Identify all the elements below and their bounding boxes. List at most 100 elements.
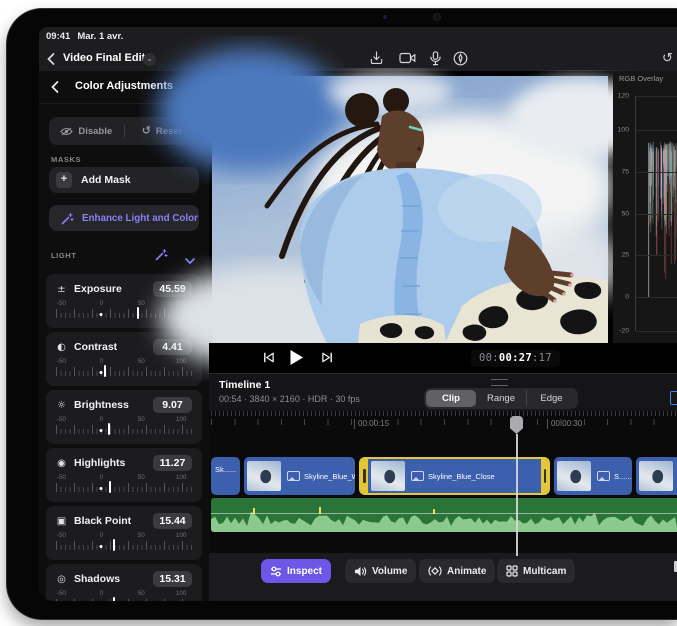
clip-label: Sk...... (215, 465, 236, 474)
timeline-clip[interactable]: Sk...... (211, 457, 240, 495)
previous-frame-button[interactable] (262, 351, 275, 369)
volume-button[interactable]: Volume (345, 559, 416, 583)
timeline-clip[interactable]: Skyline_Blue_Wide (244, 457, 355, 495)
clip-thumbnail (247, 461, 281, 491)
ruler-label: -50 (57, 474, 66, 481)
project-title[interactable]: Video Final Edit (63, 52, 145, 64)
timeline-body[interactable]: 00:00:15 00:00:30 Sk......Skyline_Blue_W… (209, 411, 677, 553)
slider-value[interactable]: 9.07 (153, 397, 192, 413)
slider-black-point[interactable]: ▣Black Point15.44 -50050100 (46, 506, 202, 560)
slider-label: Highlights (74, 457, 146, 469)
ruler-label: 50 (138, 590, 145, 597)
slider-ruler[interactable]: -50050100 (56, 532, 192, 556)
scope-title: RGB Overlay (619, 74, 663, 83)
inspect-button[interactable]: Inspect (261, 559, 331, 583)
slider-ruler[interactable]: -50050100 (56, 590, 192, 601)
exposure-icon: ± (56, 284, 67, 295)
back-chevron-icon[interactable] (47, 52, 55, 70)
microphone-icon[interactable] (429, 51, 445, 66)
reset-icon: ↺ (142, 126, 151, 136)
ruler-label: 50 (138, 474, 145, 481)
undo-icon[interactable]: ↺ (662, 50, 673, 66)
multicam-button[interactable]: Multicam (497, 559, 575, 583)
animate-button[interactable]: Animate (419, 559, 495, 583)
timeline-drag-handle[interactable] (491, 379, 508, 386)
plus-icon: + (56, 172, 72, 188)
scope-tick-label: -20 (619, 328, 629, 335)
ipad-device-frame: 09:41Mar. 1 avr. Video Final Edit ⌄ ↺ ↻ … (6, 8, 677, 620)
ruler-label: -50 (57, 300, 66, 307)
rgb-overlay-scope: RGB Overlay 1201007550250-20 (613, 71, 677, 345)
clip-thumbnail (639, 461, 673, 491)
front-camera-sensor (383, 15, 387, 19)
play-button[interactable] (289, 349, 304, 371)
mode-clip[interactable]: Clip (426, 390, 476, 407)
clip-label: S...... (614, 472, 632, 481)
next-frame-button[interactable] (321, 351, 334, 369)
slider-label: Shadows (74, 573, 146, 585)
timecode-current: 00:27 (499, 352, 532, 364)
slider-shadows[interactable]: ◎Shadows15.31 -50050100 (46, 564, 202, 601)
ipad-screen: 09:41Mar. 1 avr. Video Final Edit ⌄ ↺ ↻ … (39, 27, 677, 601)
ruler-label: 0 (100, 590, 104, 597)
camera-icon[interactable] (399, 51, 415, 66)
light-collapse-chevron-icon[interactable] (185, 251, 195, 269)
ruler-label: 0 (100, 358, 104, 365)
mode-edge[interactable]: Edge (526, 390, 576, 407)
slider-ruler[interactable]: -50050100 (56, 474, 192, 498)
photo-icon (287, 471, 300, 481)
add-mask-button[interactable]: + Add Mask (49, 167, 199, 193)
timecode-display[interactable]: 00:00:27:17 (471, 350, 560, 367)
scope-axis-labels: 1201007550250-20 (613, 96, 632, 331)
slider-value[interactable]: 15.44 (153, 513, 192, 529)
disable-label: Disable (78, 126, 112, 137)
highlights-icon: ◉ (56, 458, 67, 469)
slider-value[interactable]: 15.31 (153, 571, 192, 587)
keyframe-diamond-icon (428, 565, 442, 577)
button-label: Animate (447, 566, 486, 577)
button-label: Multicam (523, 566, 566, 577)
video-still-image (212, 76, 608, 343)
viewer-video-frame[interactable] (212, 76, 608, 343)
slider-ruler[interactable]: -50050100 (56, 416, 192, 440)
timeline-clip[interactable]: S...... (554, 457, 632, 495)
brightness-icon: ☼ (56, 400, 67, 411)
trim-handle[interactable] (363, 469, 366, 483)
ruler-label: 100 (176, 474, 187, 481)
scope-tick-label: 50 (621, 210, 629, 217)
scope-gridline (636, 96, 677, 97)
magic-wand-icon (61, 212, 74, 225)
ruler-label: -50 (57, 532, 66, 539)
black-point-icon: ▣ (56, 516, 67, 527)
slider-brightness[interactable]: ☼ Brightness 9.07 -50050100 (46, 390, 202, 444)
pencil-circle-icon[interactable] (453, 51, 469, 66)
export-icon[interactable] (369, 51, 385, 66)
slider-highlights[interactable]: ◉Highlights11.27 -50050100 (46, 448, 202, 502)
timeline-header: Timeline 1 00:54 · 3840 × 2160 · HDR · 3… (209, 373, 677, 411)
trim-handle[interactable] (544, 469, 547, 483)
status-time: 09:41 (46, 31, 70, 42)
timeline-clip[interactable] (636, 457, 677, 495)
scope-tick-label: 0 (625, 294, 629, 301)
timecode-hours: 00: (479, 352, 499, 364)
mode-range[interactable]: Range (476, 390, 526, 407)
audio-track[interactable] (211, 498, 677, 532)
contrast-icon: ◐ (56, 342, 67, 353)
scope-gridline (636, 255, 677, 256)
title-dropdown-chevron-icon[interactable]: ⌄ (143, 53, 156, 66)
disable-button[interactable]: Disable (49, 126, 124, 137)
timeline-clip[interactable]: Skyline_Blue_Close (359, 457, 550, 495)
audio-gain-line[interactable] (211, 513, 677, 514)
enhance-light-color-button[interactable]: Enhance Light and Color (49, 205, 199, 231)
status-bar: 09:41Mar. 1 avr. (39, 27, 677, 46)
light-section-label: LIGHT (51, 251, 77, 260)
light-auto-wand-icon[interactable] (155, 248, 168, 266)
timecode-frames: :17 (532, 352, 552, 364)
slider-label: Brightness (74, 399, 146, 411)
slider-ruler[interactable]: -50050100 (56, 358, 192, 382)
slider-value[interactable]: 11.27 (153, 455, 192, 471)
ruler-label: 50 (138, 358, 145, 365)
timeline-name[interactable]: Timeline 1 (219, 379, 270, 391)
ruler-label: 50 (138, 532, 145, 539)
playhead-line[interactable] (516, 434, 518, 556)
